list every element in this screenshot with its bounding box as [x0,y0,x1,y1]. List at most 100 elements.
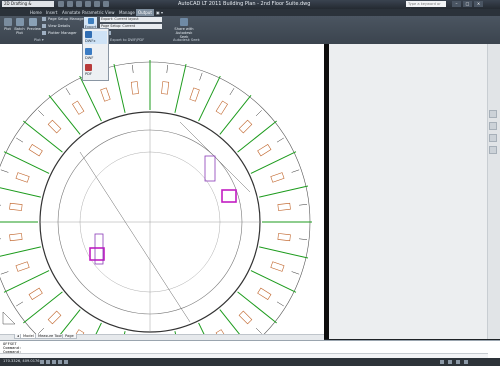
ortho-icon[interactable] [52,360,56,364]
steering-wheel-icon[interactable] [489,110,497,118]
room-fixture [47,119,62,134]
room-wall [174,63,187,113]
view-details-button[interactable]: View Details [42,24,70,28]
room-fixture [100,87,111,102]
workspace-icon[interactable] [448,360,452,364]
room-fixture [277,202,291,211]
undo-icon[interactable] [85,1,91,7]
grid-icon[interactable] [46,360,50,364]
maximize-icon[interactable]: □ [463,1,472,7]
room-wall [219,95,252,135]
close-icon[interactable]: × [474,1,483,7]
tab-output[interactable]: Output [136,9,154,16]
snap-icon[interactable] [40,360,44,364]
quick-access-toolbar [58,1,109,8]
batch-plot-button[interactable]: Batch Plot [14,18,25,35]
room-fixture [130,81,139,95]
export-panel-title: Export to DWF/PDF [110,38,145,42]
furniture [204,155,216,182]
open-icon[interactable] [67,1,73,7]
room-detail [199,72,203,81]
plot-icon[interactable] [103,1,109,7]
plot-button-label: Plot [4,27,11,31]
batch-plot-label: Batch Plot [14,27,25,35]
drawing-canvas[interactable] [0,44,324,334]
room-fixture [161,81,170,95]
search-input[interactable]: Type a keyword or phrase [406,1,446,12]
room-detail [299,238,308,240]
room-detail [132,64,134,73]
polar-icon[interactable] [58,360,62,364]
room-detail [276,137,284,143]
coordinate-readout: 170.3326, 409.0176 [3,359,40,363]
annotation-scale-icon[interactable] [440,360,444,364]
room-detail [255,327,262,334]
clean-screen-icon[interactable] [464,360,468,364]
room-fixture [257,287,272,300]
osnap-icon[interactable] [64,360,68,364]
export-dwfx-label: DWFx [85,39,96,43]
zoom-icon[interactable] [489,134,497,142]
secondary-viewport[interactable] [329,44,500,339]
export-dwf-item[interactable]: DWF [85,48,107,61]
lock-icon[interactable] [456,360,460,364]
export-button[interactable]: Export [84,17,97,29]
room-detail [38,110,45,117]
room-fixture [270,261,285,272]
workspace-switcher[interactable]: 2D Drafting & Annotation [2,1,54,12]
plotter-manager-button[interactable]: Plotter Manager [42,31,77,35]
status-bar [0,358,500,366]
room-wall [3,151,50,174]
plotter-manager-icon [42,31,46,35]
room-fixture [277,233,291,242]
export-layout-select[interactable]: Export: Current layout [100,17,162,22]
redo-icon[interactable] [94,1,100,7]
room-wall [23,120,63,153]
pdf-icon [85,64,92,71]
selected-room [221,189,237,203]
pan-icon[interactable] [489,122,497,130]
room-fixture [72,100,85,115]
room-detail [0,169,9,173]
share-seek-button[interactable]: Share with Autodesk Seek [172,18,196,39]
room-detail [0,204,1,206]
printer-icon [3,18,12,26]
page-setup-manager-button[interactable]: Page Setup Manager [42,17,85,21]
room-wall [250,151,297,174]
tab-extra[interactable]: ▣ ▾ [154,9,165,16]
room-detail [229,88,235,96]
minimize-icon[interactable]: – [452,1,461,7]
seek-panel-title: Autodesk Seek [173,38,200,42]
tab-parametric[interactable]: Parametric [80,9,106,16]
room-wall [237,291,277,324]
room-detail [0,271,9,275]
orbit-icon[interactable] [489,146,497,154]
page-setup-select[interactable]: Page Setup: Current [100,24,162,29]
plot-button[interactable]: Plot [3,18,12,31]
export-dwfx-item[interactable]: DWFx [85,31,107,44]
layout-tab-page[interactable]: Page [62,334,77,339]
room-wall [259,246,309,259]
room-detail [16,301,24,307]
room-fixture [9,202,23,211]
tab-view[interactable]: View [103,9,117,16]
room-fixture [28,144,43,157]
room-detail [299,204,308,206]
room-fixture [215,100,228,115]
tab-annotate[interactable]: Annotate [60,9,82,16]
new-icon[interactable] [58,1,64,7]
room-fixture [238,119,253,134]
plot-panel-title[interactable]: Plot ▾ [34,38,44,42]
room-wall [237,120,277,153]
tab-home[interactable]: Home [28,9,44,16]
tab-insert[interactable]: Insert [44,9,59,16]
navigation-bar [487,44,500,339]
save-icon[interactable] [76,1,82,7]
room-wall [48,95,81,135]
room-wall [79,75,102,122]
tab-manage[interactable]: Manage [117,9,137,16]
export-pdf-item[interactable]: PDF [85,64,107,77]
ucs-icon [2,311,16,325]
preview-button[interactable]: Preview [27,18,41,31]
app-title: AutoCAD LT 2011 Building Plan - 2nd Floo… [178,1,311,7]
